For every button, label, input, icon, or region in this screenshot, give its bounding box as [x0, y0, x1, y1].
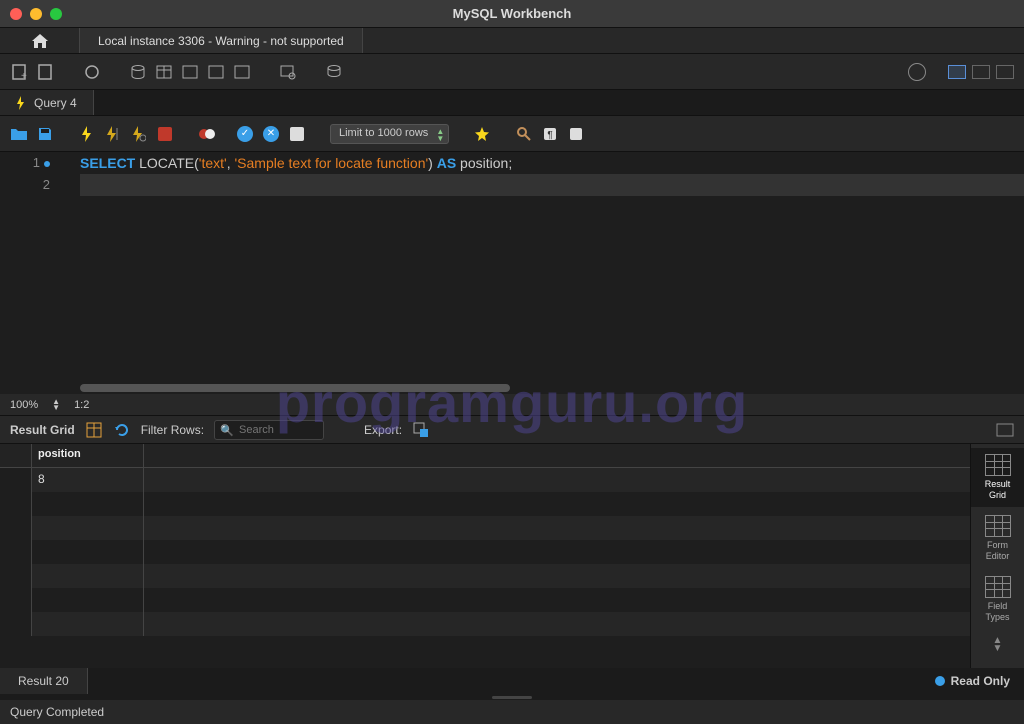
horizontal-scrollbar[interactable]	[80, 384, 510, 392]
table-row	[0, 564, 970, 588]
status-bar: Query Completed	[0, 700, 1024, 724]
stop-button[interactable]	[156, 125, 174, 143]
table-row: 8	[0, 468, 970, 492]
top-tabs: Local instance 3306 - Warning - not supp…	[0, 28, 1024, 54]
svg-text:+: +	[21, 71, 27, 81]
wrap-button[interactable]	[567, 125, 585, 143]
create-table-button[interactable]	[154, 62, 174, 82]
zoom-bar: 100% ▲▼ 1:2	[0, 394, 1024, 416]
stop-icon	[158, 127, 172, 141]
toggle-left-panel-button[interactable]	[948, 65, 966, 79]
table-row	[0, 516, 970, 540]
result-grid-label: Result Grid	[10, 423, 75, 437]
check-icon: ✓	[237, 126, 253, 142]
new-sql-tab-button[interactable]: +	[10, 62, 30, 82]
toggle-whitespace-button[interactable]	[288, 125, 306, 143]
search-table-button[interactable]	[278, 62, 298, 82]
zoom-window-button[interactable]	[50, 8, 62, 20]
bolt-icon	[16, 96, 26, 110]
side-result-grid[interactable]: ResultGrid	[971, 448, 1024, 507]
query-toolbar: ✓ ✕ Limit to 1000 rows ▲▼ ¶	[0, 116, 1024, 152]
create-schema-button[interactable]	[128, 62, 148, 82]
side-form-editor[interactable]: FormEditor	[971, 509, 1024, 568]
grid-config-button[interactable]	[85, 421, 103, 439]
result-side-panel: ▶ ResultGridFormEditorFieldTypes▲▼	[970, 444, 1024, 668]
result-tabs: Result 20 Read Only	[0, 668, 1024, 694]
result-tab[interactable]: Result 20	[0, 668, 88, 694]
status-text: Query Completed	[10, 705, 104, 719]
stepper-icon: ▲▼	[436, 128, 444, 142]
window-controls	[10, 8, 62, 20]
settings-button[interactable]	[908, 63, 926, 81]
toggle-right-panel-button[interactable]	[996, 65, 1014, 79]
table-row	[0, 492, 970, 516]
table-row	[0, 612, 970, 636]
create-function-button[interactable]	[232, 62, 252, 82]
read-only-label: Read Only	[951, 674, 1010, 688]
query-tab[interactable]: Query 4	[0, 90, 94, 115]
minimize-window-button[interactable]	[30, 8, 42, 20]
export-label: Export:	[364, 423, 402, 437]
commit-button[interactable]: ✓	[236, 125, 254, 143]
grid-header: position	[0, 444, 970, 468]
reconnect-button[interactable]	[324, 62, 344, 82]
wrap-cell-button[interactable]	[996, 421, 1014, 439]
home-button[interactable]	[0, 28, 80, 53]
rollback-button[interactable]: ✕	[262, 125, 280, 143]
query-tabs: Query 4	[0, 90, 1024, 116]
side-scroll-buttons[interactable]: ▲▼	[993, 637, 1003, 653]
explain-button[interactable]	[130, 125, 148, 143]
table-row	[0, 588, 970, 612]
create-view-button[interactable]	[180, 62, 200, 82]
app-title: MySQL Workbench	[453, 6, 572, 21]
zoom-ratio: 1:2	[74, 399, 89, 411]
toggle-autocommit-button[interactable]	[198, 125, 216, 143]
refresh-button[interactable]	[113, 421, 131, 439]
connection-tab[interactable]: Local instance 3306 - Warning - not supp…	[80, 28, 363, 53]
row-limit-select[interactable]: Limit to 1000 rows ▲▼	[330, 124, 449, 144]
read-only-icon	[935, 676, 945, 686]
grid-body: 8	[0, 468, 970, 636]
result-grid[interactable]: position 8	[0, 444, 970, 668]
beautify-button[interactable]	[473, 125, 491, 143]
create-procedure-button[interactable]	[206, 62, 226, 82]
sql-editor[interactable]: 12 SELECT LOCATE('text', 'Sample text fo…	[0, 152, 1024, 394]
export-button[interactable]	[412, 421, 430, 439]
main-toolbar: +	[0, 54, 1024, 90]
svg-text:¶: ¶	[548, 130, 553, 141]
results-area: position 8 ▶ ResultGridFormEditorFieldTy…	[0, 444, 1024, 668]
toggle-invisible-button[interactable]: ¶	[541, 125, 559, 143]
read-only-indicator: Read Only	[921, 668, 1024, 694]
open-file-button[interactable]	[10, 125, 28, 143]
toggle-bottom-panel-button[interactable]	[972, 65, 990, 79]
editor-gutter: 12	[0, 152, 56, 196]
filter-wrap: 🔍	[214, 420, 324, 440]
result-toolbar: Result Grid Filter Rows: 🔍 Export:	[0, 416, 1024, 444]
close-window-button[interactable]	[10, 8, 22, 20]
search-icon: 🔍	[220, 424, 234, 437]
query-tab-label: Query 4	[34, 96, 77, 110]
zoom-pct: 100%	[10, 399, 38, 411]
filter-label: Filter Rows:	[141, 423, 204, 437]
inspector-button[interactable]	[82, 62, 102, 82]
open-sql-button[interactable]	[36, 62, 56, 82]
table-row	[0, 540, 970, 564]
row-limit-value: Limit to 1000 rows	[339, 127, 428, 139]
home-icon	[31, 33, 49, 49]
find-button[interactable]	[515, 125, 533, 143]
editor-content[interactable]: SELECT LOCATE('text', 'Sample text for l…	[80, 152, 1024, 196]
zoom-stepper[interactable]: ▲▼	[52, 399, 60, 411]
execute-current-button[interactable]	[104, 125, 122, 143]
x-icon: ✕	[263, 126, 279, 142]
save-file-button[interactable]	[36, 125, 54, 143]
titlebar: MySQL Workbench	[0, 0, 1024, 28]
side-field-types[interactable]: FieldTypes	[971, 570, 1024, 629]
execute-button[interactable]	[78, 125, 96, 143]
